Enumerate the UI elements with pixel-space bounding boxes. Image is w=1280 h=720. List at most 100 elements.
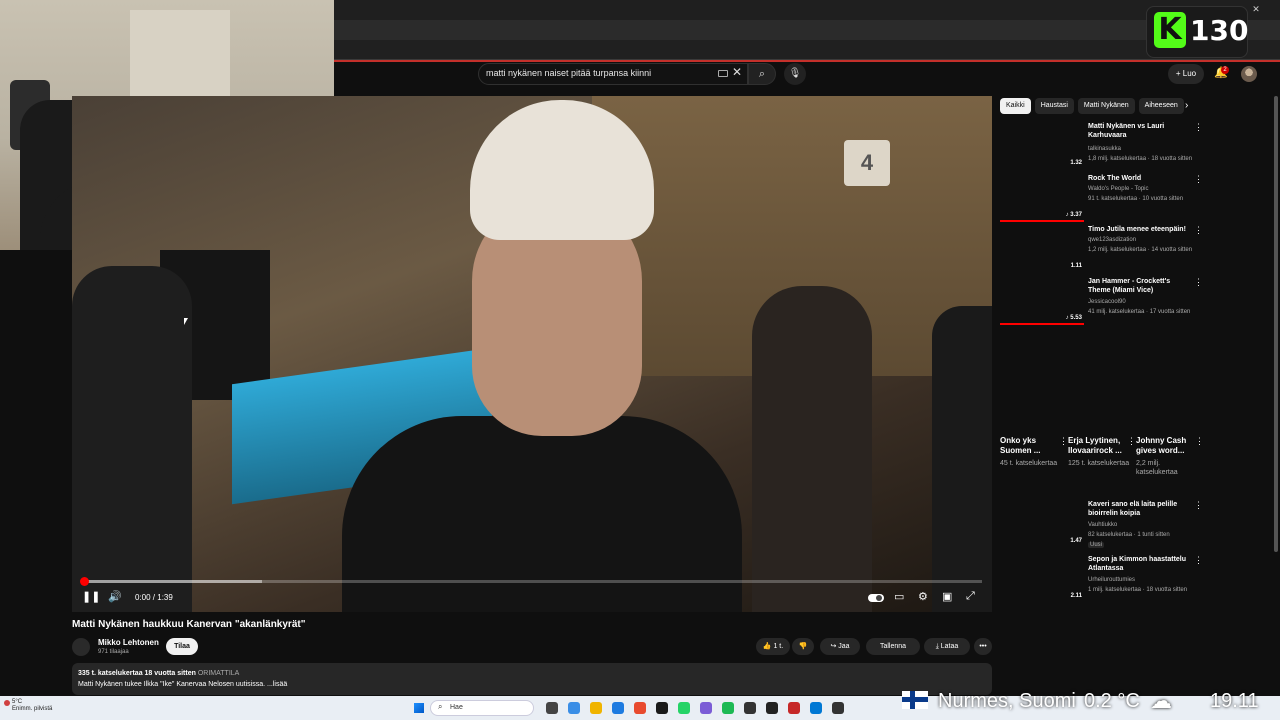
recommendation-channel: Waldo's People - Topic: [1088, 186, 1149, 192]
chip-all[interactable]: Kaikki: [1000, 98, 1031, 114]
more-vert-icon[interactable]: ⋮: [1194, 225, 1203, 236]
overlay-time: 19.11: [1210, 690, 1259, 712]
notification-badge: 2: [1221, 66, 1229, 74]
weather-icon[interactable]: [4, 700, 10, 706]
more-vert-icon[interactable]: ⋮: [1059, 436, 1068, 447]
recommendation-meta: 41 milj. katselukertaa · 17 vuotta sitte…: [1088, 309, 1191, 315]
list-item[interactable]: 1.32 Matti Nykänen vs Lauri Karhuvaara t…: [1000, 122, 1203, 170]
recommendation-meta: 91 t. katselukertaa · 10 vuotta sitten: [1088, 196, 1184, 202]
taskbar-app-icon[interactable]: [656, 702, 668, 714]
list-item[interactable]: 1.11 Timo Jutila menee eteenpäin! qwe123…: [1000, 225, 1203, 273]
video-thumbnail[interactable]: 1.32: [1000, 122, 1084, 170]
miniplayer-button[interactable]: ▣: [942, 590, 952, 603]
more-vert-icon[interactable]: ⋮: [1194, 500, 1203, 511]
fullscreen-button[interactable]: ⤢: [966, 590, 975, 603]
flag-cross-horizontal: [902, 697, 928, 702]
short-item[interactable]: Onko yks Suomen ... 45 t. katselukertaa …: [1000, 436, 1068, 468]
chip-from-search[interactable]: Haustasi: [1034, 98, 1074, 114]
list-item[interactable]: ♪ 3.37 Rock The World Waldo's People - T…: [1000, 174, 1203, 222]
taskbar-app-icon[interactable]: [722, 702, 734, 714]
description-tags[interactable]: ORIMATTILA: [198, 670, 239, 677]
short-meta: 125 t. katselukertaa: [1068, 460, 1130, 467]
list-item[interactable]: 1.47 Kaveri sano elä laita pelille bioir…: [1000, 500, 1203, 548]
recommendation-meta: 82 katselukertaa · 1 tunti sitten: [1088, 532, 1170, 538]
keyboard-icon[interactable]: [718, 70, 728, 77]
subtitles-button[interactable]: ▭: [894, 590, 904, 603]
save-button[interactable]: Tallenna: [866, 638, 920, 655]
taskbar-app-icon[interactable]: [590, 702, 602, 714]
recommendation-title: Kaveri sano elä laita pelille bioirrelin…: [1088, 501, 1178, 517]
video-thumbnail[interactable]: 1.47: [1000, 500, 1084, 548]
taskbar-app-icon[interactable]: [546, 702, 558, 714]
more-vert-icon[interactable]: ⋮: [1127, 436, 1136, 447]
short-item[interactable]: Erja Lyytinen, Ilovaarirock ... 125 t. k…: [1068, 436, 1136, 468]
description-meta: 335 t. katselukertaa 18 vuotta sitten OR…: [78, 670, 239, 677]
duration-badge: 1.32: [1070, 160, 1082, 166]
more-vert-icon[interactable]: ⋮: [1194, 174, 1203, 185]
windows-start-icon[interactable]: [414, 703, 424, 713]
taskbar-app-icon[interactable]: [744, 702, 756, 714]
recommendation-channel: Urheilurouttumies: [1088, 577, 1136, 583]
search-button[interactable]: ⌕: [748, 63, 776, 85]
taskbar-app-icon[interactable]: [634, 702, 646, 714]
more-vert-icon[interactable]: ⋮: [1195, 436, 1204, 447]
channel-name[interactable]: Mikko Lehtonen: [98, 638, 159, 647]
gear-icon: ⚙: [918, 591, 928, 603]
list-item[interactable]: ♪ 5.53 Jan Hammer - Crockett's Theme (Mi…: [1000, 277, 1203, 325]
taskbar-weather[interactable]: 5°C Enimm. pilvistä: [12, 699, 52, 713]
video-thumbnail[interactable]: 2.11: [1000, 555, 1084, 603]
video-thumbnail[interactable]: 1.11: [1000, 225, 1084, 273]
close-window-button[interactable]: ✕: [1252, 4, 1260, 16]
more-vert-icon[interactable]: ⋮: [1194, 122, 1203, 133]
short-title: Erja Lyytinen, Ilovaarirock ...: [1068, 436, 1122, 455]
recommendation-title: Timo Jutila menee eteenpäin!: [1088, 226, 1186, 233]
duration-badge: ♪ 3.37: [1065, 212, 1082, 218]
taskbar-app-icon[interactable]: [832, 702, 844, 714]
description-box[interactable]: [72, 663, 992, 695]
taskbar-app-icon[interactable]: [568, 702, 580, 714]
progress-scrubber[interactable]: [80, 577, 89, 586]
taskbar-app-icon[interactable]: [766, 702, 778, 714]
taskbar-search[interactable]: [430, 700, 534, 716]
video-thumbnail[interactable]: ♪ 5.53: [1000, 277, 1084, 325]
create-button[interactable]: + Luo: [1168, 64, 1204, 84]
like-button[interactable]: 👍 1 t.: [756, 638, 790, 655]
chip-related[interactable]: Aiheeseen: [1138, 98, 1184, 114]
download-button[interactable]: ⤓ Lataa: [924, 638, 970, 655]
weather-temp: 5°C: [12, 699, 23, 705]
more-actions-button[interactable]: •••: [974, 638, 992, 655]
recommendation-title: Jan Hammer - Crockett's Theme (Miami Vic…: [1088, 278, 1171, 294]
taskbar-search-placeholder: Hae: [450, 704, 463, 711]
progress-buffered: [82, 580, 262, 583]
taskbar-app-icon[interactable]: [612, 702, 624, 714]
channel-avatar[interactable]: [72, 638, 90, 656]
taskbar-app-icon[interactable]: [810, 702, 822, 714]
share-label: Jaa: [838, 643, 850, 650]
chevron-right-icon[interactable]: ›: [1185, 100, 1188, 111]
short-item[interactable]: Johnny Cash gives word... 2,2 milj. kats…: [1136, 436, 1204, 477]
taskbar-app-icon[interactable]: [788, 702, 800, 714]
pause-button[interactable]: ❚❚: [82, 590, 100, 603]
subscribe-button[interactable]: Tilaa: [166, 638, 198, 655]
avatar[interactable]: [1241, 66, 1257, 82]
voice-search-button[interactable]: 🎙: [784, 63, 806, 85]
chip-matti-nykanen[interactable]: Matti Nykänen: [1077, 98, 1135, 114]
share-button[interactable]: ↪ Jaa: [820, 638, 860, 655]
video-left-person: [72, 266, 192, 612]
video-player[interactable]: 4 ❚❚ 🔊 0:00 / 1:39 ▭ ⚙ ▣ ⤢: [72, 96, 992, 612]
recommendation-title: Rock The World: [1088, 175, 1142, 182]
more-vert-icon[interactable]: ⋮: [1194, 277, 1203, 288]
more-vert-icon[interactable]: ⋮: [1194, 555, 1203, 566]
browser-address-bar[interactable]: [334, 40, 1280, 60]
taskbar-app-icon[interactable]: [678, 702, 690, 714]
recommendation-meta: 1 milj. katselukertaa · 18 vuotta sitten: [1088, 587, 1188, 593]
scrollbar[interactable]: [1274, 96, 1278, 552]
taskbar-app-icon[interactable]: [700, 702, 712, 714]
volume-button[interactable]: 🔊: [108, 590, 122, 603]
video-thumbnail[interactable]: ♪ 3.37: [1000, 174, 1084, 222]
watched-bar: [1000, 220, 1084, 222]
close-icon[interactable]: ✕: [732, 65, 742, 79]
list-item[interactable]: 2.11 Sepon ja Kimmon haastattelu Atlanta…: [1000, 555, 1203, 603]
dislike-button[interactable]: 👎: [792, 638, 814, 655]
settings-button[interactable]: ⚙: [918, 590, 928, 603]
